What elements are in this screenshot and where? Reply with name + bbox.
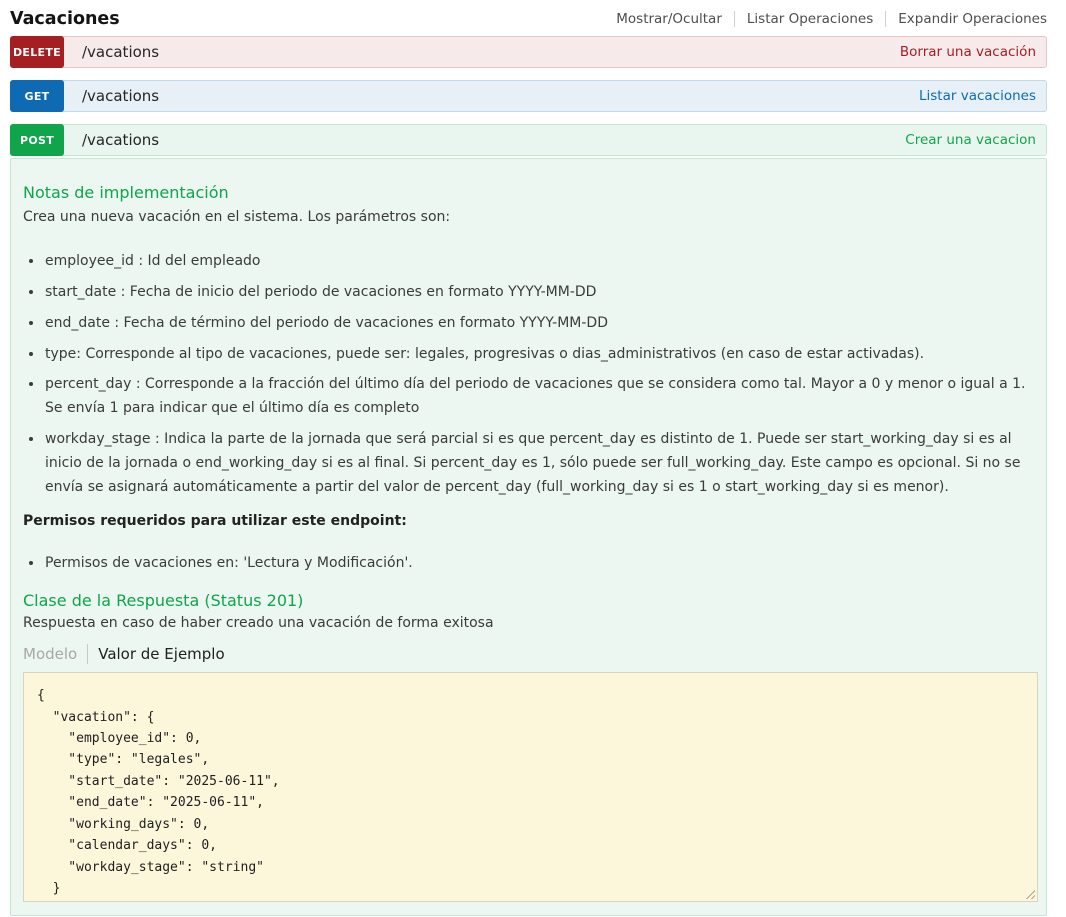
list-operations-link[interactable]: Listar Operaciones <box>735 11 885 27</box>
response-tabs: Modelo Valor de Ejemplo <box>23 644 1040 664</box>
endpoint-path: /vacations <box>82 43 159 61</box>
show-hide-link[interactable]: Mostrar/Ocultar <box>604 11 734 27</box>
example-json-code: { "vacation": { "employee_id": 0, "type"… <box>24 673 1037 901</box>
param-list-item: start_date : Fecha de inicio del periodo… <box>44 281 1040 305</box>
http-method-badge-delete: DELETE <box>10 36 64 68</box>
implementation-notes-intro: Crea una nueva vacación en el sistema. L… <box>23 207 1040 227</box>
response-description: Respuesta en caso de haber creado una va… <box>23 615 1040 631</box>
param-list-item: percent_day : Corresponde a la fracción … <box>44 373 1040 421</box>
api-docs-page: Vacaciones Mostrar/Ocultar Listar Operac… <box>0 0 1066 916</box>
operation-row-get[interactable]: GET /vacations Listar vacaciones <box>10 80 1047 112</box>
endpoint-path: /vacations <box>82 131 159 149</box>
expand-operations-link[interactable]: Expandir Operaciones <box>886 11 1047 27</box>
example-value-snippet: { "vacation": { "employee_id": 0, "type"… <box>23 672 1038 902</box>
tab-example-value[interactable]: Valor de Ejemplo <box>88 645 224 663</box>
operation-row-post[interactable]: POST /vacations Crear una vacacion <box>10 124 1047 156</box>
permissions-heading: Permisos requeridos para utilizar este e… <box>23 513 1040 529</box>
tab-model[interactable]: Modelo <box>23 645 87 663</box>
resource-header: Vacaciones Mostrar/Ocultar Listar Operac… <box>10 0 1047 36</box>
permission-list-item: Permisos de vacaciones en: 'Lectura y Mo… <box>44 552 1040 576</box>
resource-title: Vacaciones <box>10 9 120 29</box>
operation-row-delete[interactable]: DELETE /vacations Borrar una vacación <box>10 36 1047 68</box>
http-method-badge-get: GET <box>10 80 64 112</box>
param-list-item: type: Corresponde al tipo de vacaciones,… <box>44 343 1040 367</box>
response-class-heading: Clase de la Respuesta (Status 201) <box>23 591 1040 610</box>
resource-header-links: Mostrar/Ocultar Listar Operaciones Expan… <box>604 11 1047 27</box>
operation-summary-link[interactable]: Crear una vacacion <box>905 132 1036 148</box>
http-method-badge-post: POST <box>10 124 64 156</box>
param-list-item: end_date : Fecha de término del periodo … <box>44 312 1040 336</box>
param-list-item: workday_stage : Indica la parte de la jo… <box>44 428 1040 499</box>
permissions-list: Permisos de vacaciones en: 'Lectura y Mo… <box>23 552 1040 576</box>
parameter-list: employee_id : Id del empleado start_date… <box>23 250 1040 499</box>
param-list-item: employee_id : Id del empleado <box>44 250 1040 274</box>
operation-summary-link[interactable]: Listar vacaciones <box>919 88 1036 104</box>
post-operation-content: Notas de implementación Crea una nueva v… <box>10 158 1047 916</box>
operation-summary-link[interactable]: Borrar una vacación <box>900 44 1036 60</box>
implementation-notes-heading: Notas de implementación <box>23 183 1040 202</box>
endpoint-path: /vacations <box>82 87 159 105</box>
